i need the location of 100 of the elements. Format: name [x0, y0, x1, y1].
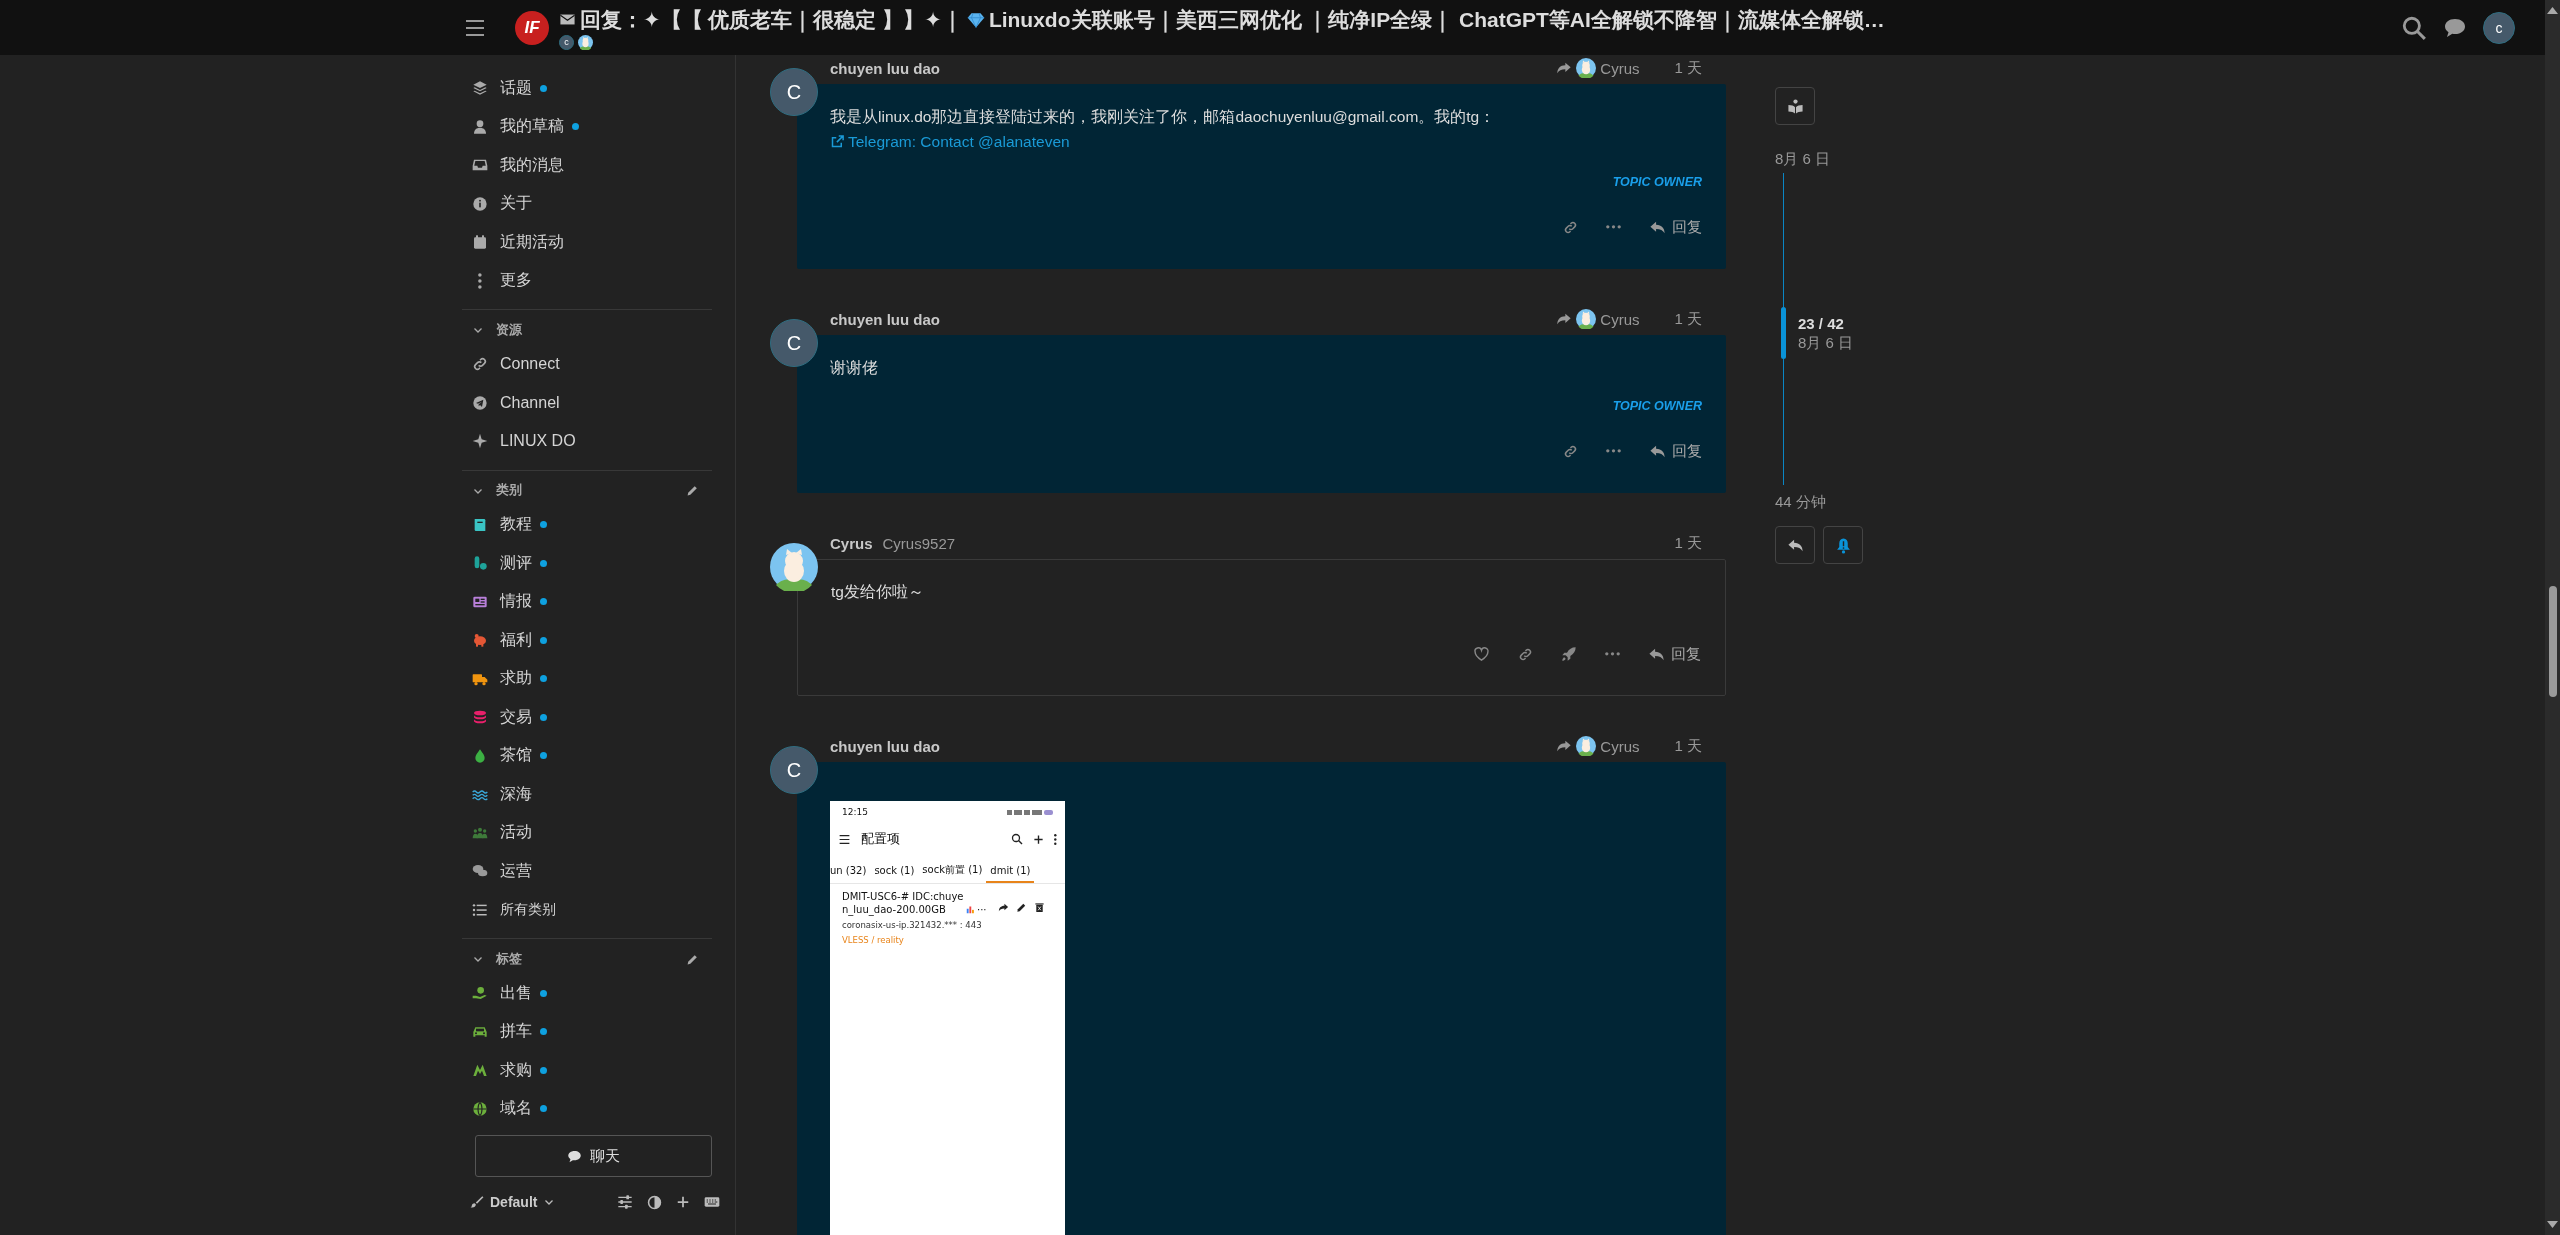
sidebar-item[interactable]: LINUX DO: [440, 422, 735, 461]
plus-icon[interactable]: [676, 1195, 690, 1209]
more-icon: [1606, 449, 1621, 453]
sidebar-item[interactable]: 话题: [440, 69, 735, 108]
sidebar-item[interactable]: 出售: [440, 974, 735, 1013]
author-name[interactable]: chuyen luu dao: [830, 59, 940, 77]
user-avatar[interactable]: C: [770, 319, 818, 367]
link-icon: [1518, 646, 1533, 662]
pencil-icon[interactable]: [1016, 901, 1027, 913]
forward-arrow-icon: [1556, 311, 1573, 327]
post-time: 1 天: [1674, 736, 1702, 756]
scroll-down-icon[interactable]: [2547, 1220, 2558, 1229]
sidebar-item[interactable]: 求助: [440, 659, 735, 698]
topic-title[interactable]: 回复：✦【【 优质老车｜很稳定 】】✦｜: [580, 5, 963, 34]
sidebar-item[interactable]: 关于: [440, 184, 735, 223]
bar-chart-icon: [966, 905, 975, 914]
more-icon: [1605, 652, 1620, 656]
end-label: 44 分钟: [1775, 493, 1827, 511]
link-icon: [1563, 219, 1578, 235]
telegram-link[interactable]: Telegram: Contact @alanateven: [830, 129, 1070, 154]
contrast-icon[interactable]: [647, 1194, 662, 1210]
site-logo[interactable]: IF: [515, 10, 549, 45]
post-time: 1 天: [1674, 533, 1702, 553]
external-link-icon: [830, 134, 845, 149]
plus-icon[interactable]: [1033, 833, 1045, 845]
sidebar-item[interactable]: 交易: [440, 698, 735, 737]
sidebar-item[interactable]: 域名: [440, 1089, 735, 1128]
sidebar-item[interactable]: 福利: [440, 621, 735, 660]
reply-button[interactable]: 回复: [1640, 638, 1701, 670]
scrollbar[interactable]: [2545, 0, 2560, 1235]
app-tab[interactable]: sock (1): [870, 859, 919, 883]
pencil-icon[interactable]: [686, 952, 699, 966]
trash-icon[interactable]: [1034, 901, 1045, 913]
post-time: 1 天: [1674, 58, 1702, 78]
more-icon[interactable]: [1054, 833, 1057, 845]
user-avatar[interactable]: c: [2483, 11, 2515, 44]
info-icon: [472, 195, 488, 212]
user-avatar[interactable]: C: [770, 746, 818, 794]
timeline-handle[interactable]: [1781, 307, 1786, 359]
more-text: ···: [977, 903, 987, 916]
sidebar-item[interactable]: 运营: [440, 852, 735, 891]
scroll-up-icon[interactable]: [2547, 6, 2558, 15]
sidebar-item[interactable]: 我的消息: [440, 146, 735, 185]
book-reader-icon: [1786, 97, 1804, 115]
sidebar-item[interactable]: 所有类别: [440, 890, 735, 929]
forward-arrow-icon[interactable]: [998, 901, 1009, 913]
sidebar-item[interactable]: 求购: [440, 1051, 735, 1090]
section-heading[interactable]: 标签: [496, 950, 674, 968]
sidebar-item[interactable]: 活动: [440, 813, 735, 852]
app-tab[interactable]: dmit (1): [986, 859, 1035, 883]
bell-icon: [1834, 536, 1852, 554]
menu-icon[interactable]: [838, 832, 851, 846]
author-name[interactable]: chuyen luu dao: [830, 737, 940, 755]
user-avatar[interactable]: C: [770, 68, 818, 116]
chat-button[interactable]: 聊天: [475, 1135, 712, 1177]
sidebar-item[interactable]: Connect: [440, 345, 735, 384]
reply-button[interactable]: 回复: [1641, 435, 1702, 467]
keyboard-icon[interactable]: [704, 1194, 720, 1210]
app-tab[interactable]: sock前置 (1): [918, 859, 987, 883]
user-icon: [472, 118, 488, 135]
topic-owner-label: TOPIC OWNER: [1612, 398, 1702, 414]
more-icon: [1606, 225, 1621, 229]
search-icon[interactable]: [2401, 14, 2427, 41]
sidebar-item[interactable]: 深海: [440, 775, 735, 814]
notification-button[interactable]: [1823, 526, 1863, 564]
topic-title[interactable]: Linuxdo关联账号｜美西三网优化 ｜纯净IP全绿｜ ChatGPT等AI全解锁不降智｜流媒体全解锁…: [988, 5, 1885, 34]
theme-selector[interactable]: Default: [470, 1194, 556, 1210]
sliders-icon[interactable]: [617, 1194, 633, 1210]
reply-to-link[interactable]: Cyrus: [1556, 736, 1640, 756]
participant-avatar: [578, 34, 593, 50]
post-text: 我是从linux.do那边直接登陆过来的，我刚关注了你，邮箱daochuyenluu@gmail.com。我的tg： Telegram: Contact @alanateven: [830, 104, 1702, 156]
status-time: 12:15: [842, 807, 868, 817]
section-heading[interactable]: 类别: [496, 482, 674, 499]
author-name[interactable]: chuyen luu dao: [830, 310, 940, 328]
post-text: tg发给你啦～: [831, 582, 925, 602]
reply-to-link[interactable]: Cyrus: [1556, 309, 1640, 329]
scrollbar-thumb[interactable]: [2548, 586, 2557, 697]
sidebar-item[interactable]: 测评: [440, 544, 735, 583]
app-tab[interactable]: un (32): [830, 859, 871, 883]
section-heading[interactable]: 资源: [496, 321, 699, 339]
reply-button[interactable]: [1775, 526, 1815, 564]
sidebar-item[interactable]: 茶馆: [440, 736, 735, 775]
jump-button[interactable]: [1775, 87, 1815, 125]
reply-to-link[interactable]: Cyrus: [1556, 58, 1640, 78]
sidebar-item[interactable]: Channel: [440, 383, 735, 422]
layers-icon: [472, 80, 488, 97]
sidebar-item[interactable]: 更多: [440, 261, 735, 300]
chat-icon: [567, 1148, 582, 1164]
sidebar-item[interactable]: 我的草稿: [440, 107, 735, 146]
reply-button[interactable]: 回复: [1641, 211, 1702, 243]
sidebar-item[interactable]: 教程: [440, 505, 735, 544]
protocol-label: VLESS / reality: [841, 934, 905, 945]
more-icon: [478, 272, 482, 289]
sidebar-item[interactable]: 情报: [440, 582, 735, 621]
sidebar-item[interactable]: 拼车: [440, 1012, 735, 1051]
pencil-icon[interactable]: [686, 484, 699, 497]
author-name[interactable]: Cyrus: [830, 534, 873, 552]
search-icon[interactable]: [1011, 833, 1024, 845]
sidebar-item[interactable]: 近期活动: [440, 223, 735, 262]
link-icon: [1563, 443, 1578, 459]
